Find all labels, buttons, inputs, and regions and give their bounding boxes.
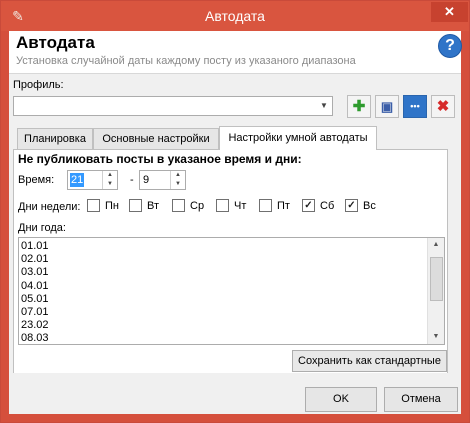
dialog-subtitle: Установка случайной даты каждому посту и…	[16, 55, 356, 67]
weekdays-label: Дни недели:	[18, 201, 81, 213]
delete-profile-button[interactable]: ✖	[431, 95, 455, 118]
tab-smart-autodate[interactable]: Настройки умной автодаты	[219, 126, 377, 150]
chevron-up-icon[interactable]: ▲	[171, 171, 185, 180]
weekday-label: Вт	[147, 200, 160, 212]
help-icon[interactable]: ?	[438, 34, 462, 58]
time-from-spin-buttons[interactable]: ▲ ▼	[102, 171, 117, 189]
list-item: 01.01	[21, 240, 49, 252]
list-item: 23.02	[21, 319, 49, 332]
chevron-down-icon[interactable]: ▼	[171, 180, 185, 189]
scroll-down-icon[interactable]: ▼	[428, 330, 444, 344]
time-label: Время:	[18, 174, 55, 186]
list-item: 04.01	[21, 279, 49, 292]
profile-label: Профиль:	[13, 79, 64, 91]
weekday-label: Пн	[105, 200, 119, 212]
time-to-value[interactable]: 9	[142, 173, 150, 187]
save-as-default-button[interactable]: Сохранить как стандартные	[292, 350, 447, 372]
add-icon: ✚	[352, 98, 366, 115]
dialog-footer: OK Отмена	[9, 373, 461, 414]
dialog-window: ✎ Автодата ✕ Автодата Установка случайно…	[0, 0, 470, 423]
time-to-stepper[interactable]: 9 ▲ ▼	[139, 170, 186, 190]
smart-autodate-page: Не публиковать посты в указаное время и …	[13, 149, 448, 375]
profile-select[interactable]: ▼	[13, 96, 333, 116]
vertical-scrollbar[interactable]: ▲ ▼	[427, 238, 444, 344]
checkbox[interactable]	[259, 199, 272, 212]
scroll-up-icon[interactable]: ▲	[428, 238, 444, 252]
weekday-label: Вс	[363, 200, 376, 212]
more-icon: •••	[410, 101, 420, 111]
list-item: 02.01	[21, 253, 49, 266]
list-item: 08.03	[21, 332, 49, 345]
ok-button[interactable]: OK	[305, 387, 377, 412]
tab-main-settings[interactable]: Основные настройки	[93, 128, 219, 149]
chevron-down-icon[interactable]: ▼	[103, 180, 117, 189]
add-profile-button[interactable]: ✚	[347, 95, 371, 118]
checkbox[interactable]	[87, 199, 100, 212]
dialog-heading: Автодата	[16, 33, 95, 52]
section-heading: Не публиковать посты в указаное время и …	[18, 152, 302, 166]
weekday-label: Ср	[190, 200, 205, 212]
scrollbar-thumb[interactable]	[430, 257, 443, 301]
chevron-up-icon[interactable]: ▲	[103, 171, 117, 180]
list-item: 05.01	[21, 292, 49, 305]
save-icon: ▣	[380, 99, 394, 114]
year-days-list[interactable]: 01.01 02.01 03.01 04.01 05.01 07.01 23.0…	[21, 240, 426, 345]
close-button[interactable]: ✕	[431, 2, 468, 22]
time-from-stepper[interactable]: 21 ▲ ▼	[67, 170, 118, 190]
window-title: Автодата	[205, 8, 265, 24]
tab-planning[interactable]: Планировка	[17, 128, 93, 149]
checkbox[interactable]: ✓	[345, 199, 358, 212]
dialog-body: Автодата Установка случайной даты каждом…	[9, 31, 462, 414]
title-bar[interactable]: ✎ Автодата ✕	[1, 1, 469, 31]
delete-icon: ✖	[436, 98, 450, 115]
time-to-spin-buttons[interactable]: ▲ ▼	[170, 171, 185, 189]
cancel-button[interactable]: Отмена	[384, 387, 458, 412]
checkbox[interactable]: ✓	[302, 199, 315, 212]
checkbox[interactable]	[172, 199, 185, 212]
year-days-textarea[interactable]: 01.01 02.01 03.01 04.01 05.01 07.01 23.0…	[18, 237, 445, 345]
tab-strip: Планировка Основные настройки Настройки …	[13, 126, 457, 150]
save-profile-button[interactable]: ▣	[375, 95, 399, 118]
list-item: 07.01	[21, 305, 49, 318]
checkbox[interactable]	[216, 199, 229, 212]
weekday-label: Пт	[277, 200, 290, 212]
list-item: 03.01	[21, 266, 49, 279]
time-range-dash: -	[130, 174, 134, 186]
checkbox[interactable]	[129, 199, 142, 212]
more-profile-button[interactable]: •••	[403, 95, 427, 118]
time-from-value[interactable]: 21	[70, 173, 85, 187]
weekday-label: Сб	[320, 200, 335, 212]
settings-panel: Профиль: ▼ ✚ ▣ ••• ✖ Планировка Основные…	[9, 73, 461, 375]
chevron-down-icon[interactable]: ▼	[316, 97, 332, 115]
year-days-label: Дни года:	[18, 222, 66, 234]
weekday-label: Чт	[234, 200, 247, 212]
